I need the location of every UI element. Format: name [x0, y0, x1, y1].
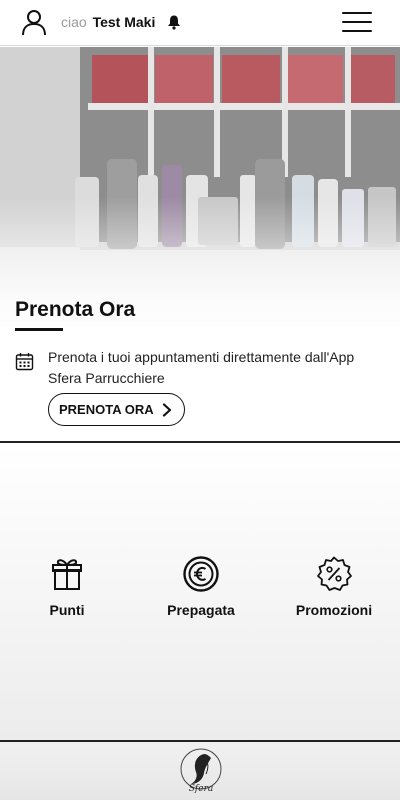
bell-icon[interactable]: [166, 14, 182, 30]
hero-title: Prenota Ora: [15, 298, 136, 321]
sfera-logo[interactable]: Sfera: [178, 746, 224, 798]
app-footer: Sfera: [0, 742, 400, 800]
user-icon[interactable]: [20, 8, 48, 36]
tile-prepagata-label: Prepagata: [167, 602, 235, 618]
discount-badge-icon: [317, 556, 352, 591]
chevron-right-icon: [162, 403, 171, 417]
greeting-label: ciao: [61, 14, 87, 30]
user-name: Test Maki: [92, 14, 156, 30]
hamburger-menu-button[interactable]: [340, 10, 374, 34]
calendar-icon: [15, 353, 34, 371]
prenota-ora-button-label: PRENOTA ORA: [59, 402, 154, 417]
tile-punti-label: Punti: [49, 602, 85, 618]
section-divider: [0, 441, 400, 443]
gift-icon: [52, 559, 82, 590]
tile-promozioni[interactable]: Promozioni: [274, 556, 394, 626]
services-section: Punti Prepagata Promozioni: [0, 444, 400, 740]
hero-title-underline: [15, 328, 63, 331]
prenota-ora-button[interactable]: PRENOTA ORA: [48, 393, 185, 426]
greeting: ciao Test Maki: [61, 13, 155, 31]
euro-coin-icon: [183, 556, 219, 592]
booking-hero: Prenota Ora Prenota i tuoi appuntamenti …: [0, 47, 400, 442]
tile-promozioni-label: Promozioni: [295, 602, 373, 618]
logo-wordmark: Sfera: [189, 784, 214, 794]
tile-prepagata[interactable]: Prepagata: [141, 556, 261, 626]
hero-description: Prenota i tuoi appuntamenti direttamente…: [48, 349, 355, 386]
tile-punti[interactable]: Punti: [7, 556, 127, 626]
app-header: ciao Test Maki: [0, 0, 400, 46]
